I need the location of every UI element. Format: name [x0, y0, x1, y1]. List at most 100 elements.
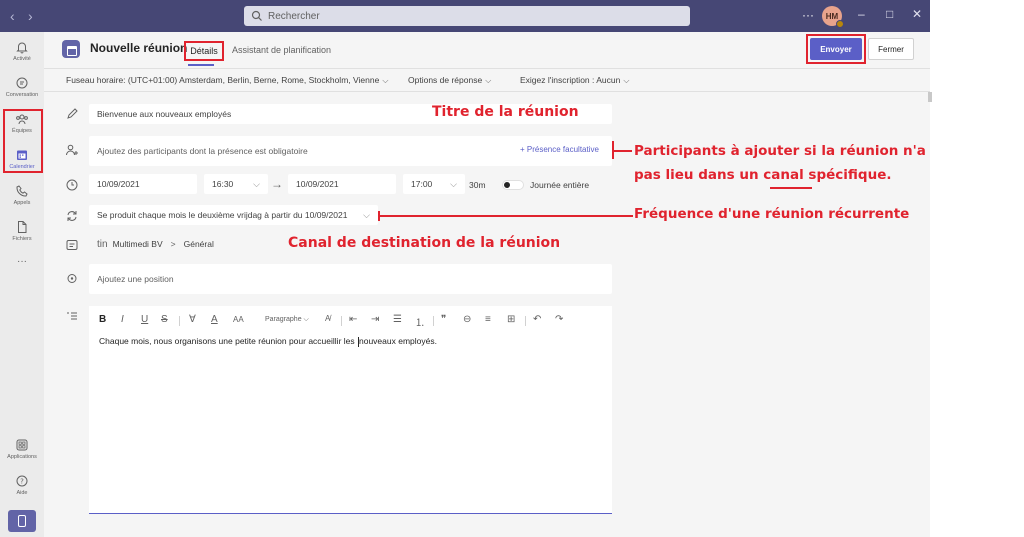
recurrence-select[interactable]: Se produit chaque mois le deuxième vrijd… [89, 205, 378, 225]
maximize-icon[interactable]: □ [886, 7, 893, 21]
avatar-initials: HM [825, 11, 839, 21]
description-text-after: nouveaux employés. [359, 336, 437, 346]
strikethrough-icon[interactable]: S [161, 314, 168, 325]
search-icon [251, 10, 262, 21]
end-time-select[interactable]: 17:00 ⌵ [403, 174, 465, 194]
highlight-icon[interactable]: ∀ [189, 314, 196, 325]
toolbar-divider [525, 316, 526, 326]
horizontal-rule-icon[interactable]: ≡ [485, 314, 491, 325]
chevron-down-icon: ⌵ [253, 178, 260, 189]
channel-icon [66, 240, 78, 250]
bold-icon[interactable]: B [99, 314, 106, 325]
scrollbar[interactable] [928, 92, 932, 102]
channel-name: Général [183, 239, 214, 249]
recurrence-value: Se produit chaque mois le deuxième vrijd… [97, 210, 348, 220]
device-icon [18, 515, 26, 527]
close-icon[interactable]: ✕ [912, 7, 922, 21]
tab-details[interactable]: Détails [184, 41, 224, 61]
start-time-value: 16:30 [212, 179, 234, 189]
annotation-connector [378, 215, 633, 217]
chevron-down-icon: ⌵ [623, 76, 630, 85]
rail-item-more[interactable]: ··· [0, 250, 44, 286]
mobile-app-button[interactable] [8, 510, 36, 532]
underline-icon[interactable]: U [141, 314, 148, 325]
link-icon[interactable]: ⊖ [463, 314, 471, 325]
location-input[interactable]: Ajoutez une position [89, 264, 612, 294]
chevron-down-icon: ⌵ [363, 209, 370, 220]
start-date-value: 10/09/2021 [97, 179, 140, 189]
response-options-select[interactable]: Options de réponse ⌵ [408, 75, 491, 86]
location-placeholder: Ajoutez une position [97, 274, 174, 284]
rail-item-apps[interactable]: Applications [0, 434, 44, 470]
description-text-before: Chaque mois, nous organisons une petite … [99, 336, 357, 346]
end-date-value: 10/09/2021 [296, 179, 339, 189]
all-day-label: Journée entière [530, 180, 590, 190]
start-date-field[interactable]: 10/09/2021 [89, 174, 197, 194]
meeting-options-bar: Fuseau horaire: (UTC+01:00) Amsterdam, B… [44, 68, 930, 92]
avatar[interactable]: HM [822, 6, 844, 28]
undo-icon[interactable]: ↶ [533, 314, 541, 325]
active-tab-indicator [188, 64, 214, 66]
annotation-title: Titre de la réunion [432, 104, 579, 120]
end-date-field[interactable]: 10/09/2021 [288, 174, 396, 194]
location-icon [67, 274, 77, 283]
search-input[interactable]: Rechercher [244, 6, 690, 26]
chevron-down-icon: ⌵ [485, 76, 492, 85]
chevron-down-icon: ⌵ [450, 178, 457, 189]
description-editor[interactable]: B I U S ∀ A AA Paragraphe ⌵ A̸ ⇤ ⇥ ☰ ⒈ ❞… [89, 306, 612, 514]
team-logo: tin [97, 238, 108, 250]
channel-team: Multimedi BV [112, 239, 163, 249]
annotation-underline [770, 187, 812, 189]
status-indicator [836, 20, 844, 28]
details-lines-icon [67, 312, 77, 320]
help-icon: ? [16, 475, 28, 487]
svg-text:?: ? [20, 478, 24, 486]
numbered-list-icon[interactable]: ⒈ [415, 314, 425, 329]
chat-icon [16, 77, 28, 89]
rail-label: Aide [16, 490, 28, 496]
optional-attendees-link[interactable]: + Présence facultative [520, 145, 599, 154]
clear-format-icon[interactable]: A̸ [325, 314, 330, 323]
rail-item-calls[interactable]: Appels [0, 180, 44, 216]
outdent-icon[interactable]: ⇤ [349, 314, 357, 325]
teams-window: ‹ › Rechercher ··· HM – □ ✕ Activité Con… [0, 0, 932, 537]
all-day-toggle[interactable] [502, 180, 524, 190]
annotation-participants-line1: Participants à ajouter si la réunion n'a [634, 143, 926, 159]
file-icon [18, 221, 27, 233]
start-time-select[interactable]: 16:30 ⌵ [204, 174, 268, 194]
rail-label: Activité [13, 56, 31, 62]
toolbar-divider [433, 316, 434, 326]
rail-label: Appels [13, 200, 31, 206]
forward-arrow-icon[interactable]: › [28, 8, 33, 24]
annotation-recurrence: Fréquence d'une réunion récurrente [634, 206, 910, 222]
italic-icon[interactable]: I [121, 314, 124, 325]
channel-field[interactable]: tin Multimedi BV > Général [89, 234, 279, 254]
calendar-meeting-icon [62, 40, 80, 58]
rail-item-activity[interactable]: Activité [0, 36, 44, 72]
registration-select[interactable]: Exigez l'inscription : Aucun ⌵ [520, 75, 629, 86]
quote-icon[interactable]: ❞ [441, 314, 446, 325]
timezone-label: Fuseau horaire: (UTC+01:00) Amsterdam, B… [66, 75, 380, 85]
format-toolbar: B I U S ∀ A AA Paragraphe ⌵ A̸ ⇤ ⇥ ☰ ⒈ ❞… [89, 312, 612, 330]
rail-item-files[interactable]: Fichiers [0, 216, 44, 252]
font-size-icon[interactable]: AA [233, 315, 244, 324]
send-button[interactable]: Envoyer [810, 38, 862, 60]
timezone-select[interactable]: Fuseau horaire: (UTC+01:00) Amsterdam, B… [66, 75, 388, 86]
back-arrow-icon[interactable]: ‹ [10, 8, 15, 24]
minimize-icon[interactable]: – [858, 7, 865, 21]
table-icon[interactable]: ⊞ [507, 314, 515, 325]
redo-icon[interactable]: ↷ [555, 314, 563, 325]
rail-item-help[interactable]: ? Aide [0, 470, 44, 506]
toolbar-divider [179, 316, 180, 326]
more-options-icon[interactable]: ··· [802, 8, 814, 22]
indent-icon[interactable]: ⇥ [371, 314, 379, 325]
paragraph-select[interactable]: Paragraphe ⌵ [265, 316, 309, 324]
channel-separator: > [170, 239, 176, 249]
font-color-icon[interactable]: A [211, 314, 218, 325]
bullet-list-icon[interactable]: ☰ [393, 314, 402, 325]
rail-label: Applications [7, 454, 37, 460]
rail-item-chat[interactable]: Conversation [0, 72, 44, 108]
tab-scheduling-assistant[interactable]: Assistant de planification [232, 45, 331, 55]
close-button[interactable]: Fermer [868, 38, 914, 60]
title-bar: ‹ › Rechercher ··· HM – □ ✕ [0, 0, 930, 32]
